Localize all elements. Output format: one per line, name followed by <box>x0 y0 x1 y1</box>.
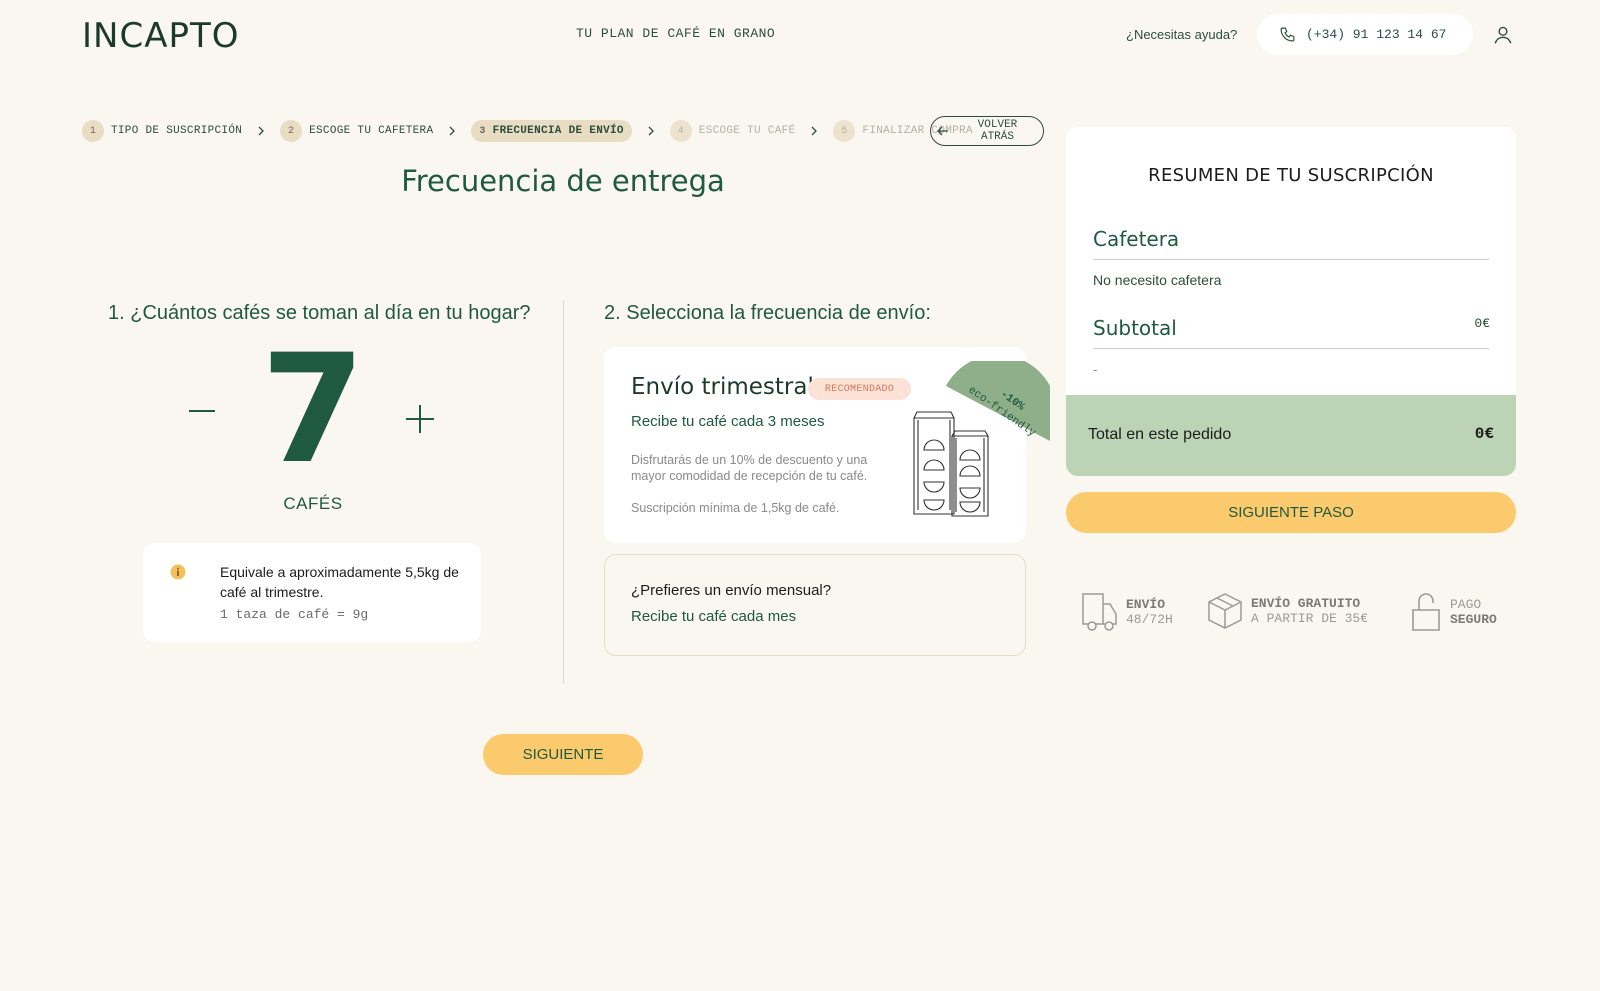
divider <box>1093 348 1489 349</box>
back-button[interactable]: VOLVER ATRÁS <box>930 116 1044 146</box>
quarterly-title: Envío trimestral <box>631 374 814 400</box>
chevron-right-icon <box>258 126 265 136</box>
monthly-shipping-option[interactable] <box>604 554 1026 656</box>
feature-shipping: ENVÍO 48/72H <box>1080 592 1173 632</box>
step-coffee-maker[interactable]: 2 ESCOGE TU CAFETERA <box>280 120 433 142</box>
checkout-stepper: 1 TIPO DE SUSCRIPCIÓN 2 ESCOGE TU CAFETE… <box>82 118 973 144</box>
quarterly-minimum: Suscripción mínima de 1,5kg de café. <box>631 501 840 515</box>
arrow-left-icon <box>937 126 948 136</box>
coffee-count: 7 <box>260 323 366 497</box>
question-frequency: 2. Selecciona la frecuencia de envío: <box>604 302 931 324</box>
next-button[interactable]: SIGUIENTE <box>483 734 643 775</box>
summary-subtotal-value: 0€ <box>1474 316 1490 331</box>
monthly-subtitle: Recibe tu café cada mes <box>631 608 797 625</box>
divider <box>1093 259 1489 260</box>
next-step-button[interactable]: SIGUIENTE PASO <box>1066 492 1516 533</box>
step-choose-coffee: 4 ESCOGE TU CAFÉ <box>669 120 796 142</box>
info-cup-weight: 1 taza de café = 9g <box>220 607 369 622</box>
summary-subtotal-detail: - <box>1093 362 1098 377</box>
page-title: Frecuencia de entrega <box>401 164 725 198</box>
summary-subtotal-label: Subtotal <box>1093 316 1177 340</box>
column-divider <box>563 300 564 684</box>
chevron-right-icon <box>811 126 818 136</box>
info-equivalence-text: Equivale a aproximadamente 5,5kg de café… <box>220 564 459 600</box>
increment-button[interactable] <box>405 404 435 434</box>
phone-button[interactable]: (+34) 91 123 14 67 <box>1257 14 1473 55</box>
chevron-right-icon <box>648 126 654 136</box>
decrement-button[interactable] <box>188 400 216 422</box>
phone-icon <box>1280 27 1295 42</box>
quarterly-subtitle: Recibe tu café cada 3 meses <box>631 413 825 430</box>
feature-free-shipping: ENVÍO GRATUITO A PARTIR DE 35€ <box>1207 592 1368 630</box>
user-icon[interactable] <box>1492 24 1514 46</box>
monthly-title: ¿Prefieres un envío mensual? <box>631 582 832 599</box>
padlock-icon <box>1412 593 1440 631</box>
chevron-right-icon <box>449 126 456 136</box>
step-subscription-type[interactable]: 1 TIPO DE SUSCRIPCIÓN <box>82 120 242 142</box>
step-shipping-frequency[interactable]: 3 FRECUENCIA DE ENVÍO <box>471 120 632 142</box>
question-daily-coffees: 1. ¿Cuántos cafés se toman al día en tu … <box>108 302 531 324</box>
package-box-icon <box>1208 593 1242 629</box>
summary-total-label: Total en este pedido <box>1088 426 1232 443</box>
count-unit-label: CAFÉS <box>283 494 343 513</box>
summary-total-value: 0€ <box>1474 425 1494 443</box>
summary-cafetera-label: Cafetera <box>1093 227 1180 251</box>
delivery-truck-icon <box>1082 593 1117 631</box>
header-tagline: TU PLAN DE CAFÉ EN GRANO <box>576 26 776 41</box>
brand-logo[interactable]: INCAPTO <box>82 16 240 56</box>
quarterly-description: Disfrutarás de un 10% de descuento y una… <box>631 453 868 483</box>
phone-number: (+34) 91 123 14 67 <box>1306 27 1447 42</box>
help-link[interactable]: ¿Necesitas ayuda? <box>1126 27 1237 42</box>
feature-secure-payment: PAGO SEGURO <box>1410 592 1497 632</box>
summary-title: RESUMEN DE TU SUSCRIPCIÓN <box>1148 165 1434 186</box>
eco-discount-badge: -10% eco-friendly <box>946 361 1050 441</box>
info-icon <box>170 564 186 580</box>
recommended-badge: RECOMENDADO <box>808 378 911 400</box>
summary-cafetera-value: No necesito cafetera <box>1093 272 1222 288</box>
